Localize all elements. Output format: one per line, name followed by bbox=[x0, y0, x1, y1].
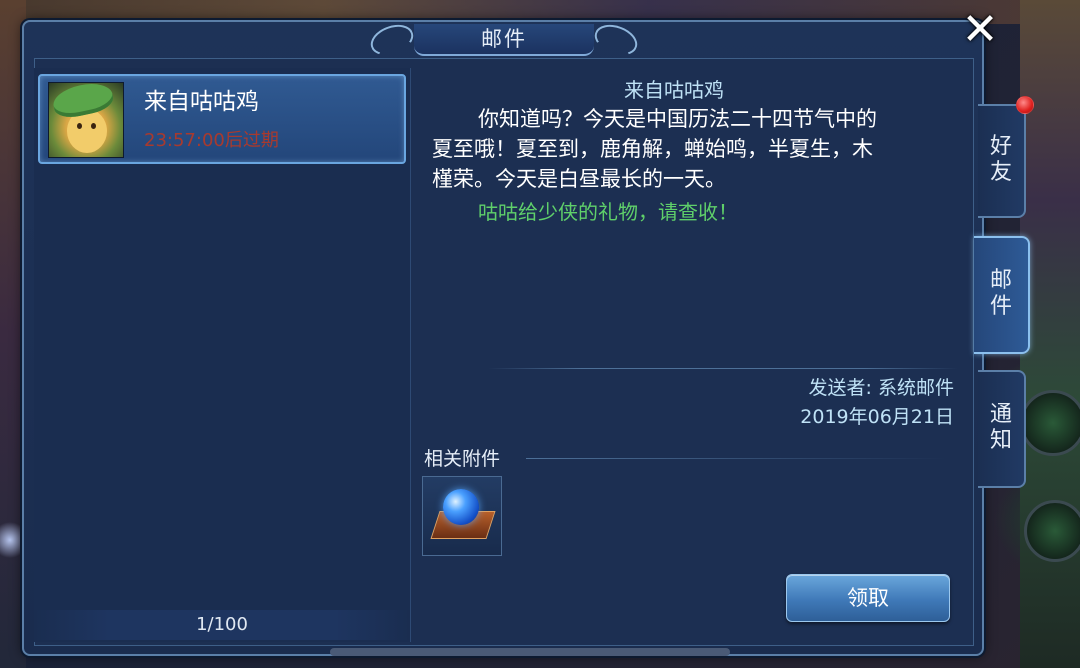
game-screen: 邮件 ✕ 来自咕咕鸡 23:57:00后过期 1/100 来自咕咕鸡 你知道吗？… bbox=[0, 0, 1080, 668]
mail-detail: 来自咕咕鸡 你知道吗？今天是中国历法二十四节气中的 夏至哦！夏至到，鹿角解，蝉始… bbox=[414, 68, 974, 642]
tab-friends[interactable]: 好 友 bbox=[978, 104, 1026, 218]
mail-body-line: 你知道吗？今天是中国历法二十四节气中的 bbox=[478, 107, 877, 131]
tab-label: 邮 bbox=[989, 268, 1012, 293]
mail-expire-time: 23:57:00后过期 bbox=[144, 130, 279, 151]
send-date: 2019年06月21日 bbox=[800, 406, 954, 428]
close-button[interactable]: ✕ bbox=[958, 8, 1002, 52]
mail-body: 你知道吗？今天是中国历法二十四节气中的 夏至哦！夏至到，鹿角解，蝉始鸣，半夏生，… bbox=[432, 104, 932, 194]
attachment-slot[interactable] bbox=[422, 476, 502, 556]
avatar-leaf bbox=[50, 83, 116, 121]
sender-name: 发送者: 系统邮件 bbox=[808, 377, 954, 399]
window-title: 邮件 bbox=[481, 27, 527, 51]
attachment-label: 相关附件 bbox=[424, 448, 501, 470]
gift-message: 咕咕给少侠的礼物，请查收！ bbox=[478, 200, 738, 224]
mail-title: 来自咕咕鸡 bbox=[624, 78, 724, 102]
claim-button[interactable]: 领取 bbox=[786, 574, 950, 622]
background-skill-icon bbox=[1024, 500, 1080, 562]
tab-label: 友 bbox=[989, 160, 1012, 185]
ornament-right bbox=[590, 19, 642, 61]
title-bar: 邮件 bbox=[366, 19, 642, 62]
tab-mail[interactable]: 邮 件 bbox=[974, 236, 1030, 354]
tab-notice[interactable]: 通 知 bbox=[978, 370, 1026, 488]
mail-sender-name: 来自咕咕鸡 bbox=[144, 89, 259, 115]
avatar-eye bbox=[77, 123, 82, 129]
scroll-indicator bbox=[330, 648, 730, 656]
divider bbox=[488, 368, 958, 369]
tab-label: 知 bbox=[989, 428, 1012, 453]
page-count: 1/100 bbox=[34, 610, 410, 640]
mail-list: 来自咕咕鸡 23:57:00后过期 bbox=[34, 68, 411, 642]
tab-label: 通 bbox=[989, 402, 1012, 427]
blue-orb-icon bbox=[443, 489, 479, 525]
attachment-divider bbox=[526, 458, 946, 459]
sender-info: 发送者: 系统邮件 2019年06月21日 bbox=[800, 374, 954, 432]
mail-body-line: 槿荣。今天是白昼最长的一天。 bbox=[432, 167, 726, 191]
tab-label: 好 bbox=[989, 134, 1012, 159]
background-skill-icon bbox=[1020, 390, 1080, 456]
avatar-eye bbox=[91, 123, 96, 129]
mail-list-item[interactable]: 来自咕咕鸡 23:57:00后过期 bbox=[38, 74, 406, 164]
mail-body-line: 夏至哦！夏至到，鹿角解，蝉始鸣，半夏生，木 bbox=[432, 137, 873, 161]
tab-label: 件 bbox=[989, 294, 1012, 319]
ornament-left bbox=[366, 19, 418, 61]
notification-badge bbox=[1016, 96, 1034, 114]
chick-with-leaf-icon bbox=[48, 82, 124, 158]
